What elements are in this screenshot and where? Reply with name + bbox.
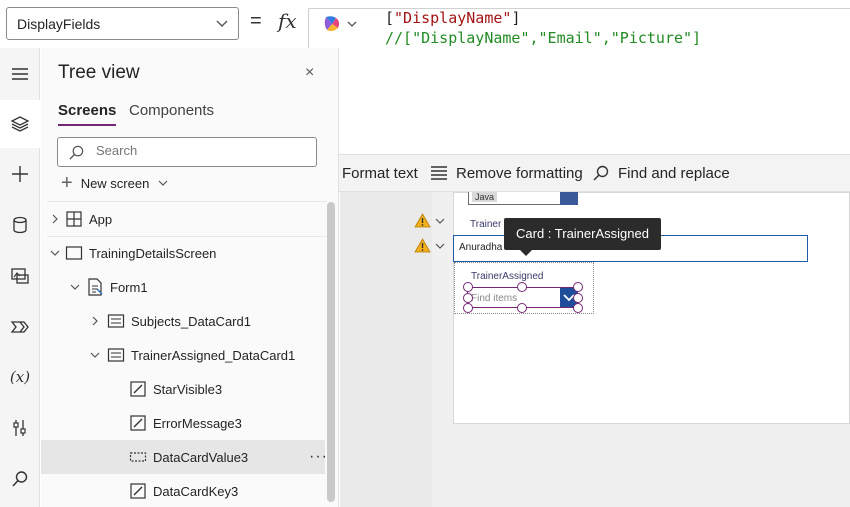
tree-node-label: App	[89, 211, 113, 227]
plus-icon[interactable]	[4, 158, 36, 190]
tree-node-app[interactable]: App	[41, 202, 325, 236]
hamburger-icon[interactable]	[4, 58, 36, 90]
field-label: Trainer	[470, 219, 502, 230]
chevron-down-icon[interactable]	[346, 18, 358, 30]
media-icon[interactable]	[4, 260, 36, 292]
tree-node-form[interactable]: Form1	[41, 270, 325, 304]
resize-handle[interactable]	[463, 282, 473, 292]
tree-node-label-control[interactable]: StarVisible3	[41, 372, 325, 406]
chevron-right-icon[interactable]	[89, 315, 101, 327]
chevron-right-icon[interactable]	[49, 213, 61, 225]
resize-handle[interactable]	[573, 282, 583, 292]
edit-icon	[130, 415, 146, 431]
warning-icon[interactable]	[414, 213, 431, 228]
remove-formatting-icon	[431, 166, 447, 180]
card-icon	[107, 314, 125, 328]
tree-node-screen[interactable]: TrainingDetailsScreen	[41, 236, 325, 270]
tab-components[interactable]: Components	[129, 102, 214, 119]
left-rail: (x)	[0, 48, 40, 507]
copilot-icon[interactable]	[322, 14, 342, 34]
screen-icon	[65, 246, 83, 260]
tree-node-label: DataCardValue3	[153, 449, 249, 465]
tree-node-combobox-selected[interactable]: DataCardValue3 ···	[41, 440, 328, 474]
chevron-down-icon[interactable]	[69, 281, 81, 293]
form-icon	[88, 278, 103, 296]
powerapps-studio: DisplayFields = fx ["DisplayName"] //["D…	[0, 0, 850, 507]
database-icon[interactable]	[4, 209, 36, 241]
find-replace-button[interactable]: Find and replace	[592, 164, 730, 182]
property-name: DisplayFields	[17, 16, 101, 32]
equals-sign: =	[250, 10, 262, 32]
field-label: TrainerAssigned	[471, 271, 544, 282]
components-icon[interactable]	[4, 311, 36, 343]
control-tooltip: Card : TrainerAssigned	[504, 218, 661, 256]
tree-node-datacard[interactable]: Subjects_DataCard1	[41, 304, 325, 338]
resize-handle[interactable]	[517, 282, 527, 292]
resize-handle[interactable]	[573, 303, 583, 313]
close-icon[interactable]: ×	[305, 64, 314, 82]
layers-icon[interactable]	[0, 100, 40, 148]
find-replace-label: Find and replace	[618, 164, 730, 182]
new-screen-label: New screen	[80, 175, 150, 191]
warning-icon[interactable]	[414, 238, 431, 253]
chevron-down-icon[interactable]	[49, 247, 61, 259]
selected-item-tag: Java	[472, 192, 498, 202]
tree-node-label: Form1	[110, 279, 148, 295]
dropdown-button[interactable]	[560, 192, 578, 205]
remove-formatting-button[interactable]: Remove formatting	[430, 164, 583, 182]
resize-handle[interactable]	[463, 293, 473, 303]
remove-formatting-label: Remove formatting	[456, 164, 583, 182]
tree-node-label: ErrorMessage3	[153, 415, 242, 431]
tree-node-label-control[interactable]: DataCardKey3	[41, 474, 325, 507]
plus-icon: +	[61, 172, 73, 194]
tab-screens[interactable]: Screens	[58, 102, 117, 126]
property-dropdown[interactable]: DisplayFields	[6, 7, 239, 40]
tree-node-datacard[interactable]: TrainerAssigned_DataCard1	[41, 338, 325, 372]
variables-icon[interactable]: (x)	[4, 361, 36, 393]
combobox-icon	[129, 452, 147, 462]
search-input[interactable]	[96, 143, 296, 158]
resize-handle[interactable]	[573, 293, 583, 303]
tree-node-label: StarVisible3	[153, 381, 223, 397]
bracket-open: [	[385, 9, 395, 27]
bracket-close: ]	[511, 9, 521, 27]
format-text-label: Format text	[342, 164, 418, 182]
resize-handle[interactable]	[463, 303, 473, 313]
chevron-down-icon[interactable]	[434, 215, 446, 227]
edit-icon	[130, 381, 146, 397]
chevron-down-icon	[216, 20, 228, 27]
new-screen-button[interactable]: + New screen	[61, 172, 169, 194]
chevron-down-icon	[158, 180, 168, 186]
chevron-down-icon[interactable]	[89, 349, 101, 361]
tree-node-label: Subjects_DataCard1	[131, 313, 251, 329]
tree-node-label: TrainingDetailsScreen	[89, 245, 217, 261]
search-icon	[593, 165, 609, 181]
formula-line-2: //["DisplayName","Email","Picture"]	[385, 29, 702, 47]
trainer-text-value: Anuradha	[459, 242, 503, 253]
tree-node-label: TrainerAssigned_DataCard1	[131, 347, 296, 363]
search-icon	[69, 145, 84, 160]
panel-title: Tree view	[58, 62, 140, 83]
combobox-placeholder: Find items	[471, 293, 518, 304]
card-icon	[107, 348, 125, 362]
edit-icon	[130, 483, 146, 499]
formula-toolbar: Format text Remove formatting Find and r…	[308, 154, 850, 192]
tree-node-label: DataCardKey3	[153, 483, 239, 499]
tools-icon[interactable]	[4, 412, 36, 444]
resize-handle[interactable]	[517, 303, 527, 313]
app-icon	[66, 211, 82, 227]
tree-node-label-control[interactable]: ErrorMessage3	[41, 406, 325, 440]
string-literal: "DisplayName"	[394, 9, 512, 27]
search-box[interactable]	[57, 137, 317, 167]
chevron-down-icon[interactable]	[434, 240, 446, 252]
tree-view-panel: Tree view × Screens Components + New scr…	[41, 48, 339, 507]
tree-scrollbar[interactable]	[327, 202, 335, 502]
formula-line-1: ["DisplayName"]	[385, 8, 520, 28]
fx-icon[interactable]: fx	[278, 9, 297, 33]
more-options-icon[interactable]: ···	[309, 448, 328, 466]
search-icon[interactable]	[4, 463, 36, 495]
